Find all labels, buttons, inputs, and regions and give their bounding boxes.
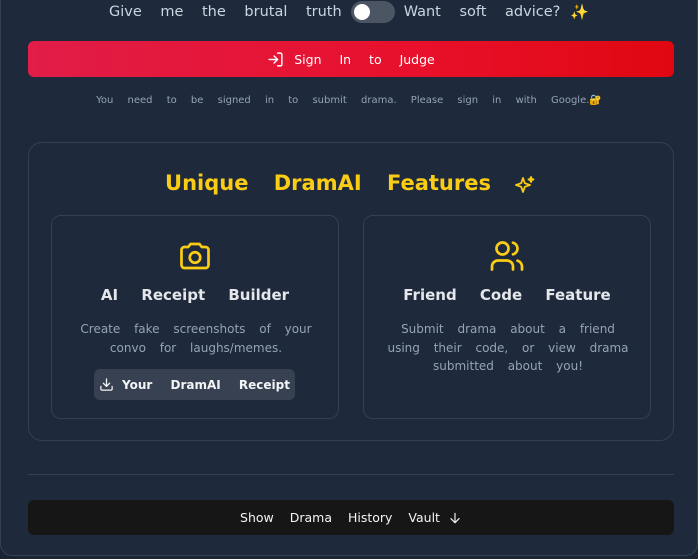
features-title: Unique DramAI Features	[165, 171, 491, 195]
friend-code-title: Friend Code Feature	[403, 286, 611, 304]
mode-toggle-row: Give me the brutal truth Want soft advic…	[0, 0, 698, 24]
friend-code-description: Submit drama about a friend using their …	[387, 322, 629, 373]
receipt-builder-description: Create fake screenshots of your convo fo…	[80, 322, 312, 355]
features-heading: Unique DramAI Features	[29, 168, 673, 198]
users-icon	[490, 241, 524, 271]
camera-icon	[180, 242, 210, 270]
friend-code-card: Friend Code Feature Submit drama about a…	[363, 215, 651, 419]
receipt-builder-button[interactable]: Your DramAI Receipt	[94, 369, 295, 400]
sparkle-emoji: ✨	[570, 3, 590, 21]
receipt-builder-button-label: Your DramAI Receipt	[122, 377, 290, 392]
soft-mode-label: Want soft advice?	[403, 4, 561, 20]
sign-in-hint: You need to be signed in to submit drama…	[96, 95, 602, 106]
mode-toggle-switch[interactable]	[350, 1, 395, 23]
login-icon	[268, 51, 283, 67]
section-divider	[28, 474, 674, 475]
drama-history-label: Show Drama History Vault	[240, 510, 440, 525]
features-section: Unique DramAI Features AI Receipt Builde…	[28, 142, 674, 441]
brutal-mode-label: Give me the brutal truth	[108, 4, 342, 20]
arrow-down-icon	[450, 512, 460, 523]
sign-in-button[interactable]: Sign In to Judge	[28, 41, 674, 77]
sparkles-icon	[515, 176, 535, 193]
page: Give me the brutal truth Want soft advic…	[0, 0, 698, 559]
toggle-knob	[353, 4, 370, 20]
receipt-builder-title: AI Receipt Builder	[100, 286, 290, 304]
download-icon	[100, 378, 113, 391]
receipt-builder-card: AI Receipt Builder Create fake screensho…	[51, 215, 339, 419]
drama-history-button[interactable]: Show Drama History Vault	[28, 500, 674, 535]
sign-in-label: Sign In to Judge	[294, 51, 435, 67]
